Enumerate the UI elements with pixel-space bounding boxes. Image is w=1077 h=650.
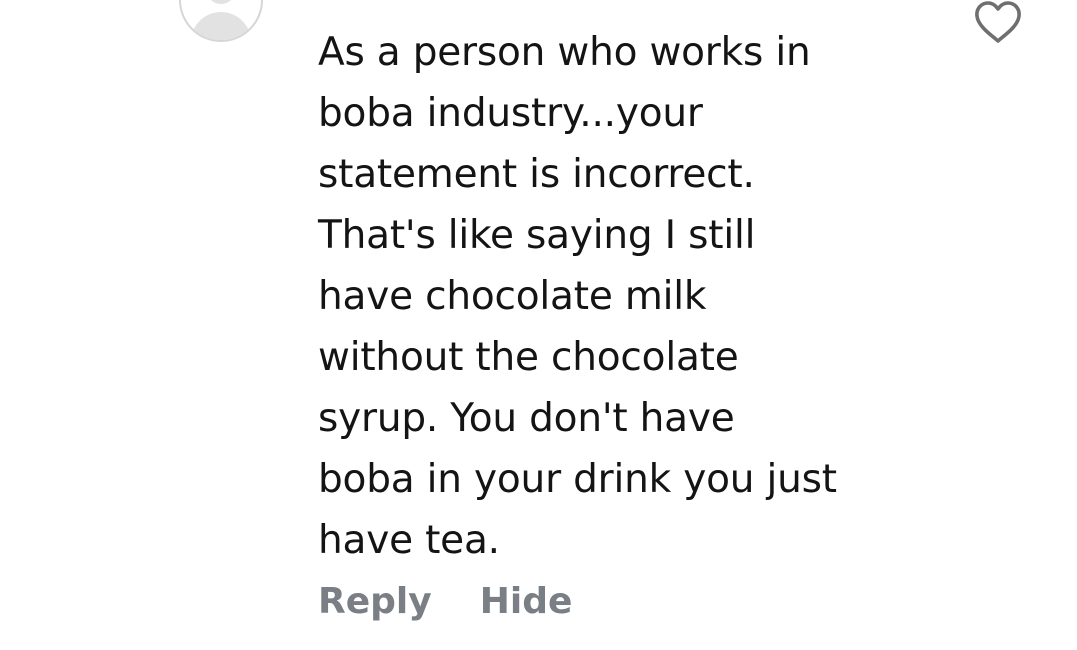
comment-text-line: boba industry...your [318,91,703,136]
comment-text-line: without the chocolate [318,335,739,380]
comment-text-line: As a person who works in [318,30,811,75]
hide-button[interactable]: Hide [480,578,573,626]
comment-text-line: boba in your drink you just [318,457,837,502]
comment-text-line: have tea. [318,518,500,563]
comment-text: As a person who works in boba industry..… [318,22,918,571]
avatar[interactable] [179,0,263,42]
reply-button[interactable]: Reply [318,578,432,626]
comment-item: As a person who works in boba industry..… [0,0,1077,650]
comment-actions: Reply Hide [318,578,572,626]
comment-text-line: syrup. You don't have [318,396,735,441]
comment-text-line: statement is incorrect. [318,152,755,197]
comment-text-line: have chocolate milk [318,274,707,319]
like-button[interactable] [972,0,1024,46]
avatar-shoulders-shape [191,12,251,40]
comment-text-line: That's like saying I still [318,213,756,258]
heart-outline-icon [975,1,1021,43]
avatar-head-shape [206,0,236,4]
